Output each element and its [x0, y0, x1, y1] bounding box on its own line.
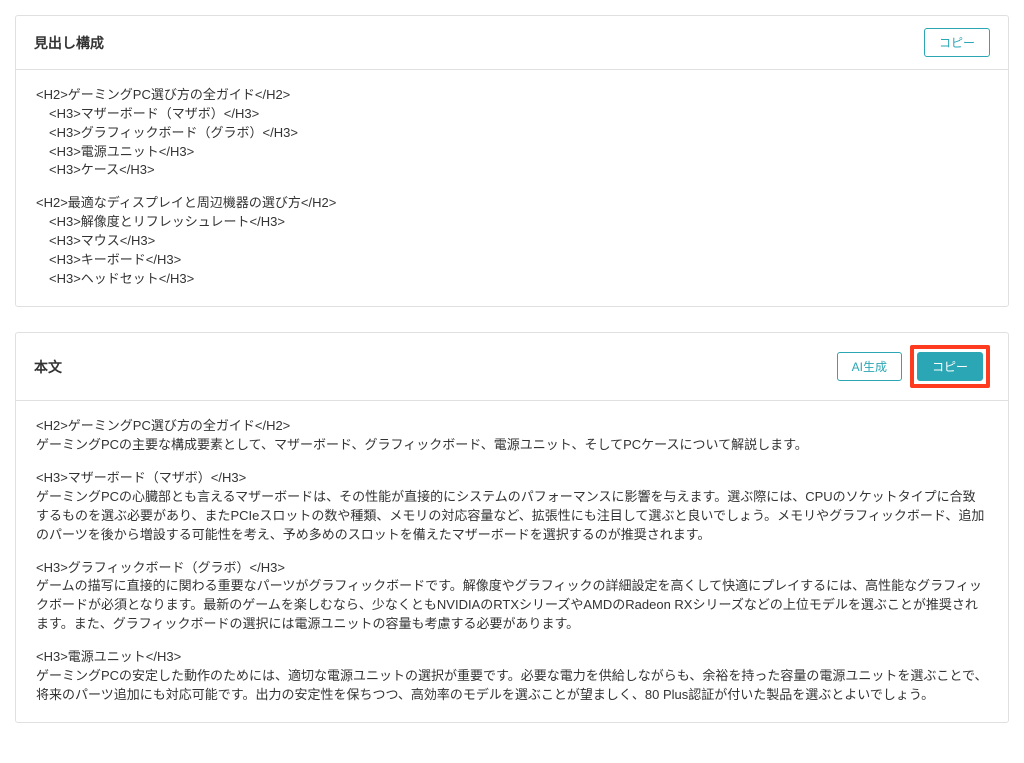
- body-line: <H2>ゲーミングPC選び方の全ガイド</H2>: [36, 417, 988, 436]
- headings-line: <H3>マザーボード（マザボ）</H3>: [36, 105, 988, 124]
- body-block: <H3>マザーボード（マザボ）</H3>ゲーミングPCの心臓部とも言えるマザーボ…: [36, 469, 988, 544]
- headings-line: <H3>電源ユニット</H3>: [36, 143, 988, 162]
- headings-line: <H2>ゲーミングPC選び方の全ガイド</H2>: [36, 86, 988, 105]
- body-panel: 本文 AI生成 コピー <H2>ゲーミングPC選び方の全ガイド</H2>ゲーミン…: [15, 332, 1009, 723]
- body-line: ゲームの描写に直接的に関わる重要なパーツがグラフィックボードです。解像度やグラフ…: [36, 577, 988, 634]
- headings-panel-buttons: コピー: [924, 28, 990, 57]
- body-line: ゲーミングPCの心臓部とも言えるマザーボードは、その性能が直接的にシステムのパフ…: [36, 488, 988, 545]
- body-copy-button[interactable]: コピー: [917, 352, 983, 381]
- body-panel-header: 本文 AI生成 コピー: [16, 333, 1008, 401]
- headings-line: <H3>解像度とリフレッシュレート</H3>: [36, 213, 988, 232]
- body-line: ゲーミングPCの安定した動作のためには、適切な電源ユニットの選択が重要です。必要…: [36, 667, 988, 705]
- headings-panel-title: 見出し構成: [34, 33, 104, 53]
- body-ai-generate-button[interactable]: AI生成: [837, 352, 902, 381]
- body-line: <H3>グラフィックボード（グラボ）</H3>: [36, 559, 988, 578]
- headings-copy-button[interactable]: コピー: [924, 28, 990, 57]
- body-panel-title: 本文: [34, 357, 62, 377]
- body-block: <H3>電源ユニット</H3>ゲーミングPCの安定した動作のためには、適切な電源…: [36, 648, 988, 705]
- body-line: ゲーミングPCの主要な構成要素として、マザーボード、グラフィックボード、電源ユニ…: [36, 436, 988, 455]
- headings-line: <H3>グラフィックボード（グラボ）</H3>: [36, 124, 988, 143]
- headings-line: <H3>ケース</H3>: [36, 161, 988, 180]
- headings-panel-header: 見出し構成 コピー: [16, 16, 1008, 70]
- body-block: <H2>ゲーミングPC選び方の全ガイド</H2>ゲーミングPCの主要な構成要素と…: [36, 417, 988, 455]
- body-block: <H3>グラフィックボード（グラボ）</H3>ゲームの描写に直接的に関わる重要な…: [36, 559, 988, 634]
- body-line: <H3>マザーボード（マザボ）</H3>: [36, 469, 988, 488]
- headings-line: <H3>マウス</H3>: [36, 232, 988, 251]
- headings-block: <H2>ゲーミングPC選び方の全ガイド</H2><H3>マザーボード（マザボ）<…: [36, 86, 988, 180]
- headings-line: <H3>ヘッドセット</H3>: [36, 270, 988, 289]
- body-copy-highlight: コピー: [910, 345, 990, 388]
- headings-block: <H2>最適なディスプレイと周辺機器の選び方</H2><H3>解像度とリフレッシ…: [36, 194, 988, 288]
- body-line: <H3>電源ユニット</H3>: [36, 648, 988, 667]
- headings-panel: 見出し構成 コピー <H2>ゲーミングPC選び方の全ガイド</H2><H3>マザ…: [15, 15, 1009, 307]
- headings-line: <H3>キーボード</H3>: [36, 251, 988, 270]
- headings-panel-body: <H2>ゲーミングPC選び方の全ガイド</H2><H3>マザーボード（マザボ）<…: [16, 70, 1008, 306]
- body-panel-body: <H2>ゲーミングPC選び方の全ガイド</H2>ゲーミングPCの主要な構成要素と…: [16, 401, 1008, 722]
- headings-line: <H2>最適なディスプレイと周辺機器の選び方</H2>: [36, 194, 988, 213]
- body-panel-buttons: AI生成 コピー: [837, 345, 990, 388]
